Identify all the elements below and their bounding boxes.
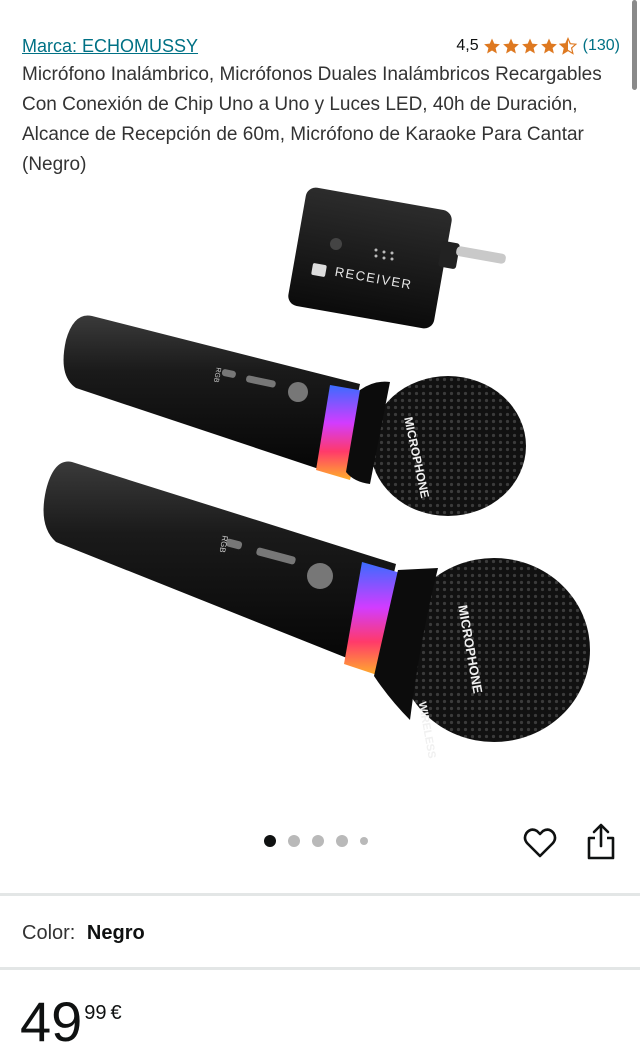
color-label: Color: — [22, 922, 76, 944]
carousel-dot-3[interactable] — [312, 835, 324, 847]
divider-bottom — [0, 967, 640, 970]
scrollbar[interactable] — [632, 0, 637, 90]
rating[interactable]: 4,5 (130) — [456, 37, 620, 55]
price: 49 99 € — [20, 990, 122, 1054]
star-full-icon — [502, 37, 520, 55]
rating-value: 4,5 — [456, 37, 479, 54]
carousel-dot-1[interactable] — [264, 835, 276, 847]
carousel-indicator — [264, 835, 368, 847]
carousel-dot-5[interactable] — [360, 837, 368, 845]
star-full-icon — [521, 37, 539, 55]
divider-top — [0, 893, 640, 896]
product-title: Micrófono Inalámbrico, Micrófonos Duales… — [22, 64, 602, 175]
star-full-icon — [540, 37, 558, 55]
brand-rating-row: Marca: ECHOMUSSY 4,5 (130) — [22, 32, 620, 60]
product-image[interactable]: RECEIVER MICROPHONE RGB MICROPHONE WIREL… — [0, 180, 640, 810]
share-icon[interactable] — [584, 822, 618, 862]
rating-count[interactable]: (130) — [583, 37, 620, 55]
rating-stars — [483, 37, 577, 55]
receiver-device: RECEIVER — [288, 187, 506, 329]
brand-link[interactable]: Marca: ECHOMUSSY — [22, 36, 198, 57]
heart-icon[interactable] — [522, 825, 558, 861]
color-selector[interactable]: Color: Negro — [22, 922, 145, 945]
star-half-icon — [558, 37, 577, 55]
color-value: Negro — [86, 922, 145, 944]
microphone-2: MICROPHONE WIRELESS RGB — [43, 461, 590, 759]
carousel-dot-4[interactable] — [336, 835, 348, 847]
price-currency: € — [110, 1002, 122, 1024]
price-whole: 49 — [20, 990, 83, 1053]
star-full-icon — [483, 37, 501, 55]
price-fraction: 99 — [84, 1002, 107, 1024]
carousel-dot-2[interactable] — [288, 835, 300, 847]
